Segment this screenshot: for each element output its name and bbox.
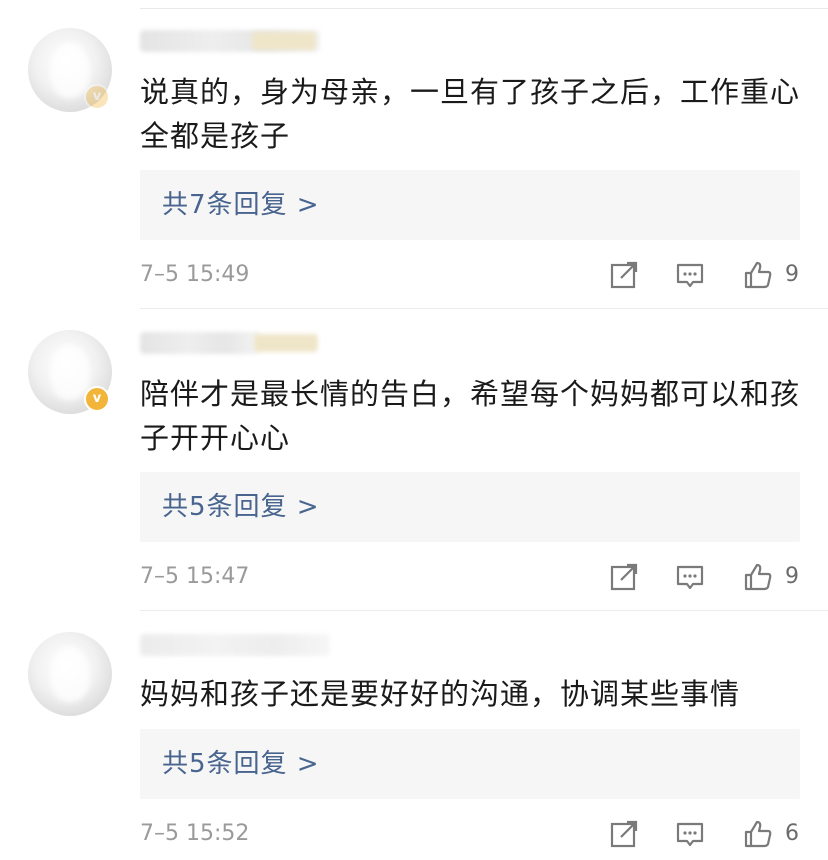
like-count: 6 bbox=[785, 821, 799, 846]
user-level-badge bbox=[252, 32, 316, 50]
comment-item: 妈妈和孩子还是要好好的沟通，协调某些事情 共5条回复 > 7–5 15:52 6 bbox=[0, 604, 828, 860]
avatar[interactable]: v bbox=[28, 28, 112, 112]
thumbs-up-icon[interactable] bbox=[742, 259, 774, 291]
username-blurred[interactable] bbox=[140, 634, 330, 656]
comment-item: v 说真的，身为母亲，一旦有了孩子之后，工作重心全都是孩子 共7条回复 > 7–… bbox=[0, 0, 828, 300]
timestamp: 7–5 15:49 bbox=[140, 262, 250, 287]
share-icon[interactable] bbox=[608, 259, 640, 291]
comment-meta: 7–5 15:49 9 bbox=[140, 255, 800, 295]
reply-summary-button[interactable]: 共5条回复 > bbox=[140, 472, 800, 542]
avatar[interactable] bbox=[28, 632, 112, 716]
reply-count-label: 共7条回复 > bbox=[162, 190, 320, 220]
comment-text: 妈妈和孩子还是要好好的沟通，协调某些事情 bbox=[140, 677, 741, 711]
reply-count-label: 共5条回复 > bbox=[162, 749, 320, 779]
share-icon[interactable] bbox=[608, 561, 640, 593]
comment-meta: 7–5 15:47 9 bbox=[140, 557, 800, 597]
comment-icon[interactable] bbox=[674, 561, 706, 593]
thumbs-up-icon[interactable] bbox=[742, 818, 774, 850]
username-blurred[interactable] bbox=[140, 332, 260, 354]
thumbs-up-icon[interactable] bbox=[742, 561, 774, 593]
timestamp: 7–5 15:47 bbox=[140, 564, 250, 589]
comment-icon[interactable] bbox=[674, 818, 706, 850]
like-count: 9 bbox=[785, 564, 799, 589]
reply-summary-button[interactable]: 共7条回复 > bbox=[140, 170, 800, 240]
like-count: 9 bbox=[785, 262, 799, 287]
avatar[interactable]: v bbox=[28, 330, 112, 414]
verified-badge-icon: v bbox=[84, 84, 110, 110]
comment-text: 说真的，身为母亲，一旦有了孩子之后，工作重心全都是孩子 bbox=[140, 75, 801, 153]
comment-item: v 陪伴才是最长情的告白，希望每个妈妈都可以和孩子开开心心 共5条回复 > 7–… bbox=[0, 302, 828, 602]
reply-summary-button[interactable]: 共5条回复 > bbox=[140, 729, 800, 799]
comment-meta: 7–5 15:52 6 bbox=[140, 814, 800, 854]
share-icon[interactable] bbox=[608, 818, 640, 850]
comment-text: 陪伴才是最长情的告白，希望每个妈妈都可以和孩子开开心心 bbox=[140, 377, 801, 455]
timestamp: 7–5 15:52 bbox=[140, 821, 250, 846]
reply-count-label: 共5条回复 > bbox=[162, 492, 320, 522]
verified-badge-icon: v bbox=[84, 386, 110, 412]
user-level-badge bbox=[254, 334, 318, 352]
comment-icon[interactable] bbox=[674, 259, 706, 291]
